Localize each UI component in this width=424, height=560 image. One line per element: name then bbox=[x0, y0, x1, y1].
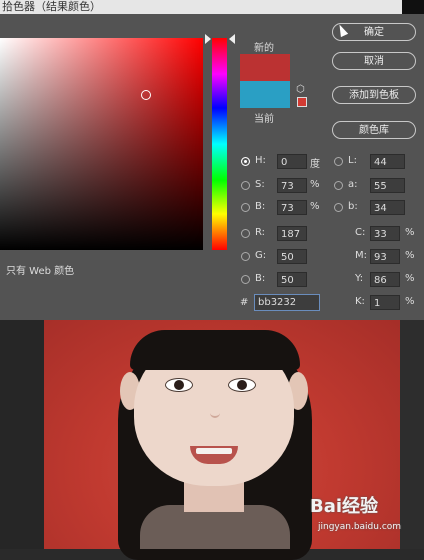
portrait-nose bbox=[210, 408, 220, 418]
radio-g[interactable] bbox=[241, 252, 250, 261]
radio-b-hsb[interactable] bbox=[241, 203, 250, 212]
h-unit: 度 bbox=[310, 159, 320, 170]
c-unit: % bbox=[405, 227, 415, 238]
baidu-watermark-logo: Bai经验 bbox=[310, 496, 379, 517]
radio-b-lab[interactable] bbox=[334, 203, 343, 212]
y-unit: % bbox=[405, 273, 415, 284]
h-label: H: bbox=[255, 155, 266, 166]
web-only-label[interactable]: 只有 Web 颜色 bbox=[6, 262, 74, 277]
gamut-warning-swatch[interactable] bbox=[297, 97, 307, 107]
hex-input[interactable]: bb3232 bbox=[254, 294, 320, 311]
portrait-neck bbox=[184, 482, 244, 512]
r-input[interactable]: 187 bbox=[277, 226, 307, 241]
s-input[interactable]: 73 bbox=[277, 178, 307, 193]
c-label: C: bbox=[355, 227, 366, 238]
hue-slider-handle-right[interactable] bbox=[229, 34, 235, 44]
y-label: Y: bbox=[355, 273, 364, 284]
current-color-swatch[interactable] bbox=[240, 81, 290, 108]
radio-r[interactable] bbox=[241, 229, 250, 238]
color-libraries-button[interactable]: 颜色库 bbox=[332, 121, 416, 139]
b-hsb-unit: % bbox=[310, 201, 320, 212]
radio-s[interactable] bbox=[241, 181, 250, 190]
color-field-cursor[interactable] bbox=[141, 90, 151, 100]
portrait-teeth bbox=[196, 448, 232, 454]
s-unit: % bbox=[310, 179, 320, 190]
b-hsb-label: B: bbox=[255, 201, 266, 212]
b-lab-input[interactable]: 34 bbox=[370, 200, 405, 215]
a-input[interactable]: 55 bbox=[370, 178, 405, 193]
radio-b-rgb[interactable] bbox=[241, 275, 250, 284]
portrait-eye-right bbox=[228, 378, 256, 392]
cancel-button[interactable]: 取消 bbox=[332, 52, 416, 70]
baidu-watermark-url: jingyan.baidu.com bbox=[318, 522, 402, 532]
radio-l[interactable] bbox=[334, 157, 343, 166]
canvas-left-margin bbox=[0, 320, 44, 549]
r-label: R: bbox=[255, 227, 266, 238]
l-input[interactable]: 44 bbox=[370, 154, 405, 169]
m-label: M: bbox=[355, 250, 367, 261]
k-label: K: bbox=[355, 296, 365, 307]
saturation-brightness-field[interactable] bbox=[0, 38, 203, 250]
k-unit: % bbox=[405, 296, 415, 307]
g-label: G: bbox=[255, 250, 267, 261]
m-unit: % bbox=[405, 250, 415, 261]
canvas-right-margin bbox=[400, 320, 424, 549]
y-input[interactable]: 86 bbox=[370, 272, 400, 287]
m-input[interactable]: 93 bbox=[370, 249, 400, 264]
b-lab-label: b: bbox=[348, 201, 358, 212]
k-input[interactable]: 1 bbox=[370, 295, 400, 310]
h-input[interactable]: 0 bbox=[277, 154, 307, 169]
dialog-title: 拾色器（结果颜色） bbox=[2, 0, 101, 13]
hue-slider-handle-left[interactable] bbox=[205, 34, 211, 44]
add-to-swatches-button[interactable]: 添加到色板 bbox=[332, 86, 416, 104]
gamut-cube-icon[interactable]: ⬡ bbox=[296, 84, 305, 95]
g-input[interactable]: 50 bbox=[277, 249, 307, 264]
portrait-eye-left bbox=[165, 378, 193, 392]
s-label: S: bbox=[255, 179, 265, 190]
hex-label: # bbox=[240, 297, 249, 308]
portrait-fringe bbox=[130, 330, 300, 370]
c-input[interactable]: 33 bbox=[370, 226, 400, 241]
current-color-label: 当前 bbox=[254, 114, 274, 125]
b-hsb-input[interactable]: 73 bbox=[277, 200, 307, 215]
b-rgb-label: B: bbox=[255, 273, 266, 284]
radio-h[interactable] bbox=[241, 157, 250, 166]
dialog-titlebar: 拾色器（结果颜色） bbox=[0, 0, 424, 14]
new-color-swatch bbox=[240, 54, 290, 81]
a-label: a: bbox=[348, 179, 358, 190]
b-rgb-input[interactable]: 50 bbox=[277, 272, 307, 287]
new-color-label: 新的 bbox=[254, 43, 274, 54]
l-label: L: bbox=[348, 155, 357, 166]
hue-slider[interactable] bbox=[212, 38, 227, 250]
radio-a[interactable] bbox=[334, 181, 343, 190]
